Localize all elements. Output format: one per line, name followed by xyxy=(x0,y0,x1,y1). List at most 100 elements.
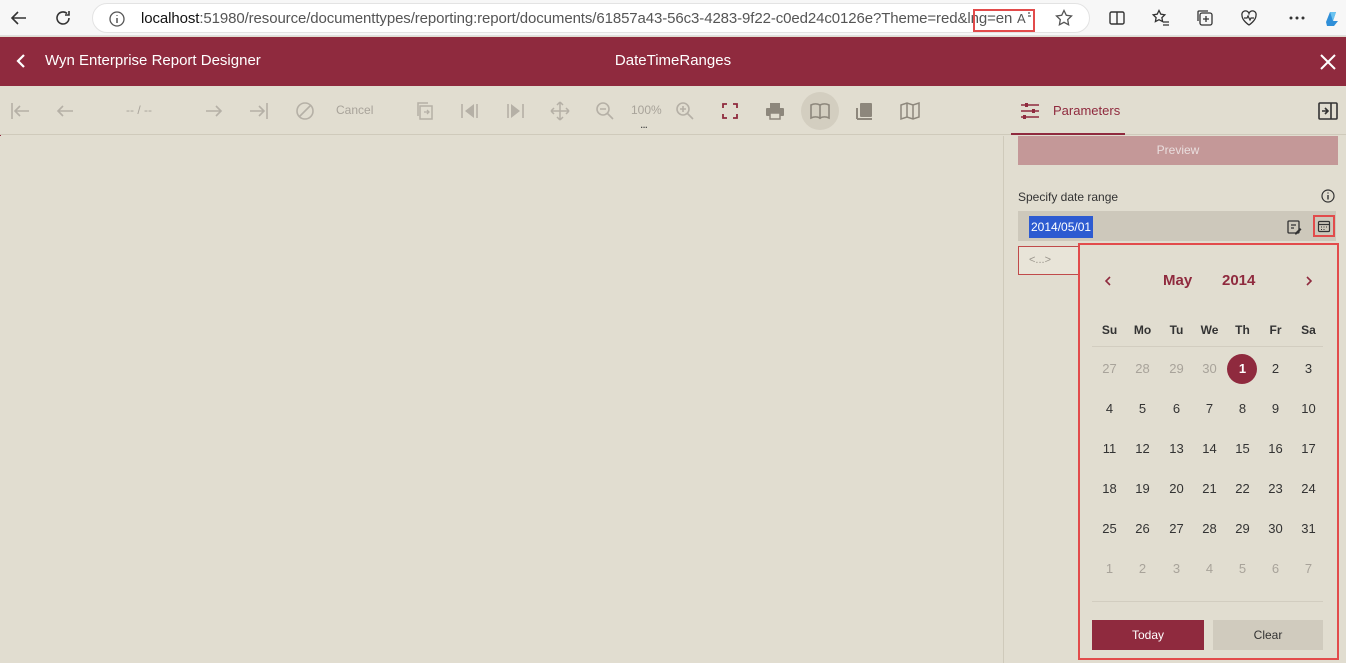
copilot-icon[interactable] xyxy=(1320,6,1344,30)
backward-icon[interactable] xyxy=(457,98,483,124)
address-bar[interactable]: localhost:51980/resource/documenttypes/r… xyxy=(92,3,1090,33)
calendar-day[interactable]: 27 xyxy=(1160,514,1193,544)
footer-divider xyxy=(1092,601,1323,602)
forward-icon[interactable] xyxy=(502,98,528,124)
calendar-day[interactable]: 24 xyxy=(1292,474,1325,504)
calendar-day-other-month[interactable]: 29 xyxy=(1160,354,1193,384)
calendar-day[interactable]: 3 xyxy=(1292,354,1325,384)
calendar-day-other-month[interactable]: 2 xyxy=(1126,554,1159,584)
calendar-day[interactable]: 4 xyxy=(1093,394,1126,424)
collapse-panel-icon[interactable] xyxy=(1317,100,1339,122)
page-indicator: -- / -- xyxy=(126,103,152,117)
zoom-level[interactable]: 100% xyxy=(631,103,662,117)
calendar-day-other-month[interactable]: 6 xyxy=(1259,554,1292,584)
calendar-day[interactable]: 15 xyxy=(1226,434,1259,464)
split-screen-icon[interactable] xyxy=(1105,6,1129,30)
calendar-month[interactable]: May xyxy=(1163,272,1192,289)
pan-move-icon[interactable] xyxy=(547,98,573,124)
calendar-day[interactable]: 2 xyxy=(1259,354,1292,384)
calendar-day[interactable]: 9 xyxy=(1259,394,1292,424)
preview-button[interactable]: Preview xyxy=(1018,136,1338,165)
calendar-day[interactable]: 17 xyxy=(1292,434,1325,464)
fullscreen-icon[interactable] xyxy=(717,98,743,124)
calendar-day[interactable]: 19 xyxy=(1126,474,1159,504)
calendar-day[interactable]: 5 xyxy=(1126,394,1159,424)
previous-month-icon[interactable] xyxy=(1100,273,1116,289)
close-icon[interactable] xyxy=(1317,51,1339,73)
calendar-year[interactable]: 2014 xyxy=(1222,272,1255,289)
zoom-in-icon[interactable] xyxy=(672,98,698,124)
continuous-view-icon[interactable] xyxy=(852,98,878,124)
calendar-day[interactable]: 18 xyxy=(1093,474,1126,504)
calendar-icon xyxy=(1317,220,1331,233)
favorite-star-icon[interactable] xyxy=(1052,6,1076,30)
calendar-day[interactable]: 16 xyxy=(1259,434,1292,464)
next-month-icon[interactable] xyxy=(1301,273,1317,289)
weekday-header: Su xyxy=(1101,323,1118,337)
weekday-header: Mo xyxy=(1133,323,1152,337)
export-icon[interactable] xyxy=(412,98,438,124)
calendar-day[interactable]: 23 xyxy=(1259,474,1292,504)
report-viewer-canvas[interactable] xyxy=(0,136,1004,663)
calendar-day-other-month[interactable]: 27 xyxy=(1093,354,1126,384)
calendar-day[interactable]: 10 xyxy=(1292,394,1325,424)
calendar-toggle-button[interactable] xyxy=(1313,215,1335,237)
calendar-popup: May 2014 Today Clear Su Mo Tu We Th Fr Sa 27 28 2… xyxy=(1078,243,1339,660)
back-arrow-icon[interactable] xyxy=(12,51,32,71)
calendar-day-other-month[interactable]: 5 xyxy=(1226,554,1259,584)
date-input[interactable]: 2014/05/01 xyxy=(1018,211,1336,241)
last-page-icon[interactable] xyxy=(246,98,272,124)
calendar-day[interactable]: 6 xyxy=(1160,394,1193,424)
cancel-icon[interactable] xyxy=(292,98,318,124)
first-page-icon[interactable] xyxy=(7,98,33,124)
range-input-placeholder: <...> xyxy=(1029,254,1052,266)
calendar-day[interactable]: 20 xyxy=(1160,474,1193,504)
refresh-icon[interactable] xyxy=(51,6,75,30)
calendar-day[interactable]: 31 xyxy=(1292,514,1325,544)
calendar-day[interactable]: 21 xyxy=(1193,474,1226,504)
next-page-icon[interactable] xyxy=(201,98,227,124)
galley-view-icon[interactable] xyxy=(897,98,923,124)
calendar-day[interactable]: 25 xyxy=(1093,514,1126,544)
tab-parameters[interactable]: Parameters xyxy=(1011,86,1125,135)
calendar-day-other-month[interactable]: 1 xyxy=(1093,554,1126,584)
print-icon[interactable] xyxy=(762,98,788,124)
info-icon[interactable] xyxy=(1320,188,1336,204)
viewer-toolbar: -- / -- Cancel 100% ... xyxy=(0,86,1004,135)
collections-icon[interactable] xyxy=(1193,6,1217,30)
calendar-day-other-month[interactable]: 4 xyxy=(1193,554,1226,584)
calendar-day-other-month[interactable]: 28 xyxy=(1126,354,1159,384)
zoom-more[interactable]: ... xyxy=(640,117,648,131)
browser-essentials-icon[interactable] xyxy=(1237,6,1261,30)
edit-value-icon[interactable] xyxy=(1285,218,1303,236)
calendar-day-selected[interactable]: 1 xyxy=(1226,354,1259,384)
today-button[interactable]: Today xyxy=(1092,620,1204,650)
zoom-out-icon[interactable] xyxy=(592,98,618,124)
site-info-icon[interactable] xyxy=(108,10,126,28)
calendar-day[interactable]: 29 xyxy=(1226,514,1259,544)
date-input-value[interactable]: 2014/05/01 xyxy=(1029,216,1094,238)
calendar-day[interactable]: 11 xyxy=(1093,434,1126,464)
favorites-icon[interactable] xyxy=(1149,6,1173,30)
calendar-day[interactable]: 26 xyxy=(1126,514,1159,544)
read-aloud-icon[interactable]: A xyxy=(1013,6,1037,30)
calendar-day[interactable]: 14 xyxy=(1193,434,1226,464)
calendar-day[interactable]: 8 xyxy=(1226,394,1259,424)
calendar-day[interactable]: 28 xyxy=(1193,514,1226,544)
calendar-day[interactable]: 30 xyxy=(1259,514,1292,544)
clear-button[interactable]: Clear xyxy=(1213,620,1323,650)
calendar-day[interactable]: 22 xyxy=(1226,474,1259,504)
calendar-day-other-month[interactable]: 7 xyxy=(1292,554,1325,584)
calendar-day-other-month[interactable]: 30 xyxy=(1193,354,1226,384)
previous-page-icon[interactable] xyxy=(52,98,78,124)
single-page-view-icon[interactable] xyxy=(801,92,839,130)
calendar-day[interactable]: 12 xyxy=(1126,434,1159,464)
calendar-day-other-month[interactable]: 3 xyxy=(1160,554,1193,584)
tab-parameters-label: Parameters xyxy=(1053,103,1121,118)
browser-back-icon[interactable] xyxy=(7,6,31,30)
cancel-button[interactable]: Cancel xyxy=(336,103,373,117)
calendar-day[interactable]: 13 xyxy=(1160,434,1193,464)
calendar-day[interactable]: 7 xyxy=(1193,394,1226,424)
range-input[interactable]: <...> xyxy=(1018,246,1084,275)
more-options-icon[interactable] xyxy=(1285,6,1309,30)
